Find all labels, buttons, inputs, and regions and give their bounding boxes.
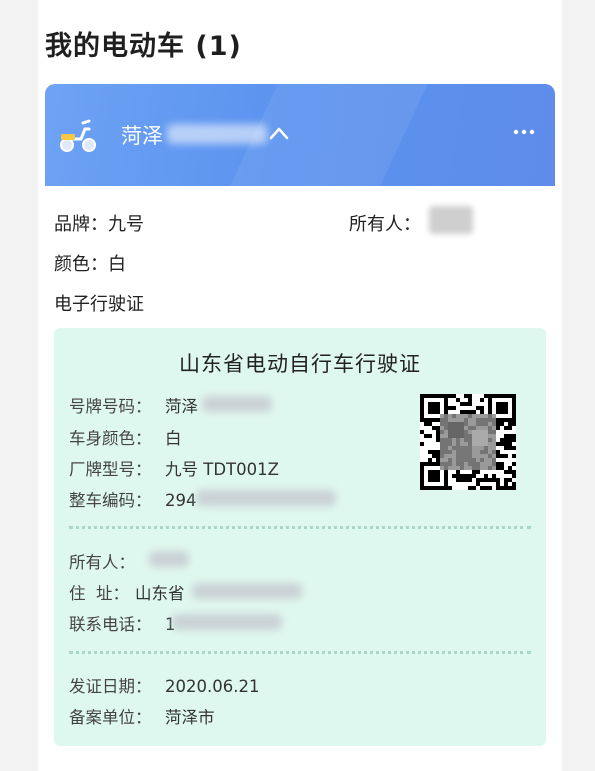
- field-plate-number: 号牌号码： 菏泽: [69, 397, 198, 416]
- field-issue-date: 发证日期： 2020.06.21: [69, 677, 260, 696]
- phone-redaction: [172, 614, 282, 630]
- page-container: 我的电动车 (1) 菏泽 品牌：九号 所有人： 颜色：白 电子行驶证 山东省电动…: [38, 0, 562, 771]
- field-filing-unit: 备案单位： 菏泽市: [69, 708, 215, 727]
- vehicle-plate: 菏泽: [121, 124, 163, 148]
- chevron-up-icon[interactable]: [269, 126, 289, 140]
- vehicle-info-card: 品牌：九号 所有人： 颜色：白 电子行驶证 山东省电动自行车行驶证 号牌号码：菏…: [45, 200, 555, 771]
- owner-name-redaction: [149, 551, 189, 567]
- scooter-icon: [60, 119, 96, 152]
- license-title: 山东省电动自行车行驶证: [179, 352, 421, 376]
- field-phone: 联系电话： 1: [69, 615, 176, 634]
- address-redaction: [192, 583, 302, 599]
- plate-redaction: [167, 124, 267, 144]
- plate-number-redaction: [202, 396, 272, 412]
- more-icon[interactable]: [513, 128, 535, 136]
- field-model: 厂牌型号： 九号 TDT001Z: [69, 460, 279, 479]
- driving-license-card: 山东省电动自行车行驶证 号牌号码： 菏泽 车身颜色：白 厂牌型号： 九号 TDT00…: [54, 328, 546, 746]
- divider-2: [69, 651, 531, 654]
- field-owner: 所有人：: [69, 553, 135, 572]
- vin-redaction: [196, 490, 336, 506]
- owner-label: 所有人：: [349, 214, 421, 235]
- field-body-color: 车身颜色：白: [69, 429, 182, 448]
- page-title: 我的电动车 (1): [45, 31, 242, 62]
- color-row: 颜色：白: [54, 254, 126, 275]
- field-address: 住 址： 山东省: [69, 584, 185, 603]
- owner-redaction: [429, 206, 473, 234]
- vehicle-header[interactable]: 菏泽: [45, 84, 555, 186]
- field-vin: 整车编码： 294: [69, 491, 197, 510]
- license-section-label: 电子行驶证: [54, 294, 144, 315]
- brand-row: 品牌：九号: [54, 214, 144, 235]
- divider-1: [69, 526, 531, 529]
- qr-code-image[interactable]: [420, 394, 516, 490]
